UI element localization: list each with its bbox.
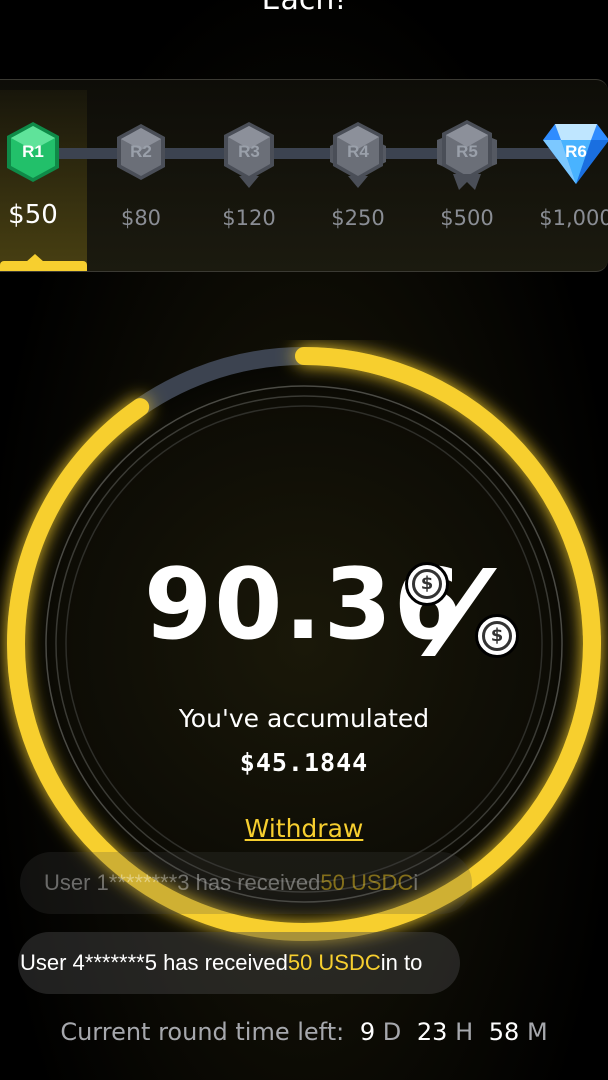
tier-badge-label: R2 xyxy=(130,142,152,161)
tier-progress-panel: R1 $50 R2 $80 R3 $120 R4 $250 R5 $500 R6… xyxy=(0,79,608,272)
withdraw-link[interactable]: Withdraw xyxy=(0,814,608,843)
tier-amount: $50 xyxy=(8,200,58,230)
tier-r4[interactable]: R4 $250 xyxy=(313,120,403,240)
accumulated-label: You've accumulated xyxy=(178,704,430,733)
ticker-amount: 50 USDC xyxy=(320,870,414,895)
tier-badge-label: R1 xyxy=(22,142,44,161)
tier-badge-label: R5 xyxy=(456,142,478,161)
coin-symbol: $ xyxy=(482,621,512,651)
tier-amount: $250 xyxy=(331,206,385,230)
coin-symbol: $ xyxy=(412,569,442,599)
r5-badge-icon: R5 xyxy=(437,120,497,192)
ticker-prefix: User 4*******5 has received xyxy=(20,950,288,975)
page-title-fragment: Each! xyxy=(0,0,608,17)
accumulated-value: $45.1844 xyxy=(239,748,369,777)
countdown-hours-unit: H xyxy=(455,1018,474,1046)
active-tier-indicator xyxy=(0,261,87,271)
received-ticker: User 1********3 has received 50 USDC i xyxy=(20,852,472,914)
tier-r6[interactable]: R6 $1,000 xyxy=(531,120,608,240)
countdown-days-unit: D xyxy=(382,1018,402,1046)
tier-r2[interactable]: R2 $80 xyxy=(96,120,186,240)
tier-r3[interactable]: R3 $120 xyxy=(204,120,294,240)
tier-amount: $500 xyxy=(440,206,494,230)
tier-amount: $1,000 xyxy=(539,206,608,230)
received-ticker: User 4*******5 has received 50 USDC in t… xyxy=(18,932,460,994)
countdown-days: 9 xyxy=(359,1018,376,1046)
countdown-minutes-unit: M xyxy=(526,1018,548,1046)
ticker-suffix: in to xyxy=(380,950,423,975)
tier-r5[interactable]: R5 $500 xyxy=(422,120,512,240)
tier-badge-label: R6 xyxy=(565,142,587,161)
tier-r1[interactable]: R1 $50 xyxy=(0,120,78,240)
tier-amount: $80 xyxy=(120,206,162,230)
r4-badge-icon: R4 xyxy=(328,120,388,192)
ticker-suffix: i xyxy=(413,870,419,895)
countdown-minutes: 58 xyxy=(488,1018,520,1046)
usdc-coin-icon: $ xyxy=(475,614,519,658)
ticker-prefix: User 1********3 has received xyxy=(44,870,321,895)
round-countdown: Current round time left: 9 D 23 H 58 M xyxy=(0,1018,608,1046)
tier-amount: $120 xyxy=(222,206,276,230)
ticker-amount: 50 USDC xyxy=(287,950,381,975)
tier-badge-label: R4 xyxy=(347,142,369,161)
countdown-hours: 23 xyxy=(416,1018,448,1046)
page: Each! R1 $50 xyxy=(0,0,608,1080)
r1-badge-icon: R1 xyxy=(3,120,63,192)
usdc-coin-icon: $ xyxy=(405,562,449,606)
percent-symbol: % $ $ xyxy=(405,560,525,660)
tier-badge-label: R3 xyxy=(238,142,260,161)
r3-badge-icon: R3 xyxy=(219,120,279,192)
r2-badge-icon: R2 xyxy=(111,120,171,192)
diamond-badge-icon: R6 xyxy=(543,120,608,192)
countdown-label: Current round time left: xyxy=(60,1018,345,1046)
